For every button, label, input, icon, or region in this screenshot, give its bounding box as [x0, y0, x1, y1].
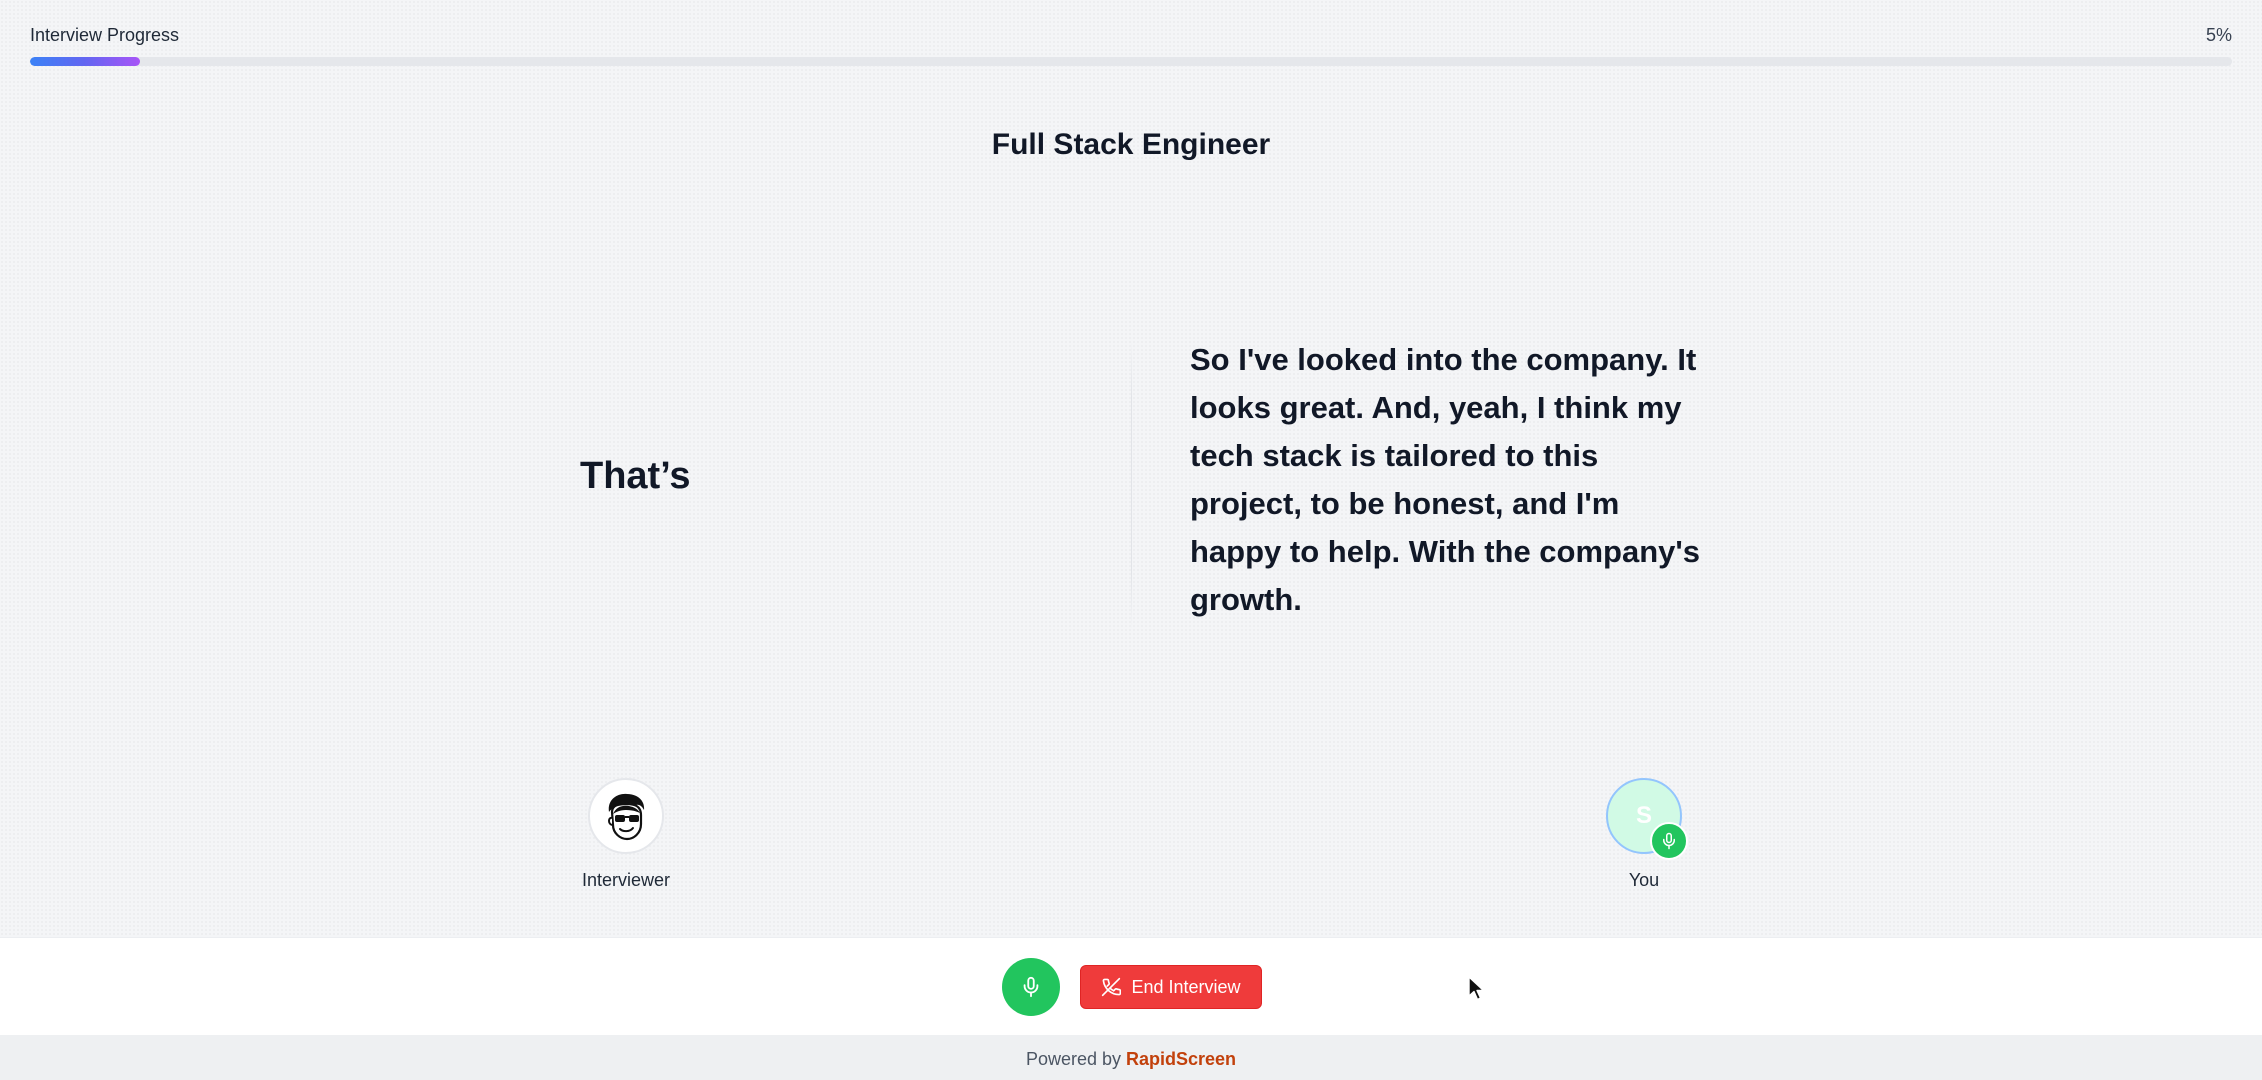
footer: Powered by RapidScreen: [0, 1035, 2262, 1080]
you-avatar-initial: S: [1635, 802, 1652, 829]
you-participant: S You: [1574, 778, 1714, 891]
interviewer-name: Interviewer: [581, 870, 671, 890]
you-avatar: S: [1606, 778, 1688, 860]
footer-prefix: Powered by: [1025, 1049, 1121, 1069]
progress-percent: 5%: [2205, 25, 2232, 45]
end-interview-button[interactable]: End Interview: [1080, 965, 1262, 1009]
microphone-button[interactable]: [1002, 958, 1060, 1016]
candidate-caption: So I've looked into the company. It look…: [1190, 342, 1701, 617]
mouse-cursor-icon: [1468, 976, 1485, 1001]
cartoon-face-avatar-icon: [608, 793, 645, 841]
microphone-icon: [1023, 976, 1039, 998]
brand-link[interactable]: RapidScreen: [1126, 1049, 1236, 1069]
progress-fill: [30, 57, 141, 66]
interviewer-avatar: [588, 778, 664, 854]
divider: [1131, 340, 1132, 630]
end-interview-label: End Interview: [1131, 976, 1241, 997]
progress-label: Interview Progress: [30, 25, 180, 45]
interviewer-caption: That’s: [580, 455, 691, 497]
interviewer-participant: Interviewer: [556, 778, 696, 891]
you-name: You: [1628, 870, 1660, 890]
job-title: Full Stack Engineer: [991, 128, 1271, 161]
progress-track: [30, 57, 2232, 66]
microphone-icon: [1663, 832, 1675, 850]
speaking-mic-badge: [1650, 822, 1688, 860]
phone-hangup-icon: [1102, 977, 1122, 997]
control-bar: End Interview: [0, 937, 2262, 1036]
